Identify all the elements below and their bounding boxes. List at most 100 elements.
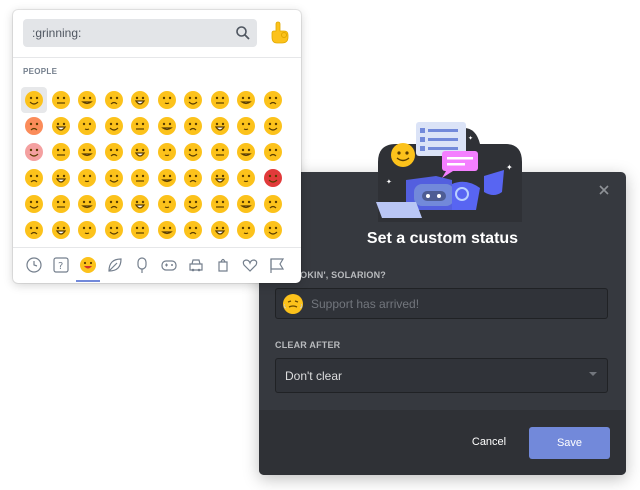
emoji-cell[interactable] bbox=[48, 87, 74, 113]
emoji-face-icon bbox=[104, 195, 123, 213]
emoji-face-icon bbox=[237, 195, 255, 213]
emoji-cell[interactable] bbox=[21, 191, 47, 217]
emoji-cell[interactable] bbox=[260, 113, 286, 139]
emoji-cell[interactable] bbox=[154, 113, 180, 139]
emoji-cell[interactable] bbox=[180, 165, 206, 191]
emoji-cell[interactable] bbox=[207, 87, 233, 113]
emoji-cell[interactable] bbox=[180, 139, 206, 165]
emoji-search-input[interactable]: :grinning: bbox=[23, 19, 257, 47]
emoji-cell[interactable] bbox=[21, 165, 47, 191]
emoji-face-icon bbox=[237, 221, 255, 239]
emoji-cell[interactable] bbox=[21, 87, 47, 113]
emoji-cell[interactable] bbox=[48, 191, 74, 217]
emoji-cell[interactable] bbox=[101, 191, 127, 217]
emoji-cell[interactable] bbox=[180, 87, 206, 113]
emoji-face-icon bbox=[237, 143, 255, 161]
emoji-cell[interactable] bbox=[180, 191, 206, 217]
emoji-cell[interactable] bbox=[74, 165, 100, 191]
emoji-face-icon bbox=[184, 143, 202, 161]
emoji-cell[interactable] bbox=[127, 165, 153, 191]
emoji-cell[interactable] bbox=[260, 217, 286, 243]
emoji-cell[interactable] bbox=[48, 217, 74, 243]
emoji-cell[interactable] bbox=[48, 139, 74, 165]
diversity-selector-icon[interactable] bbox=[269, 21, 291, 45]
emoji-face-icon bbox=[25, 143, 43, 161]
emoji-cell[interactable] bbox=[101, 165, 127, 191]
emoji-cell[interactable] bbox=[154, 139, 180, 165]
emoji-face-icon bbox=[184, 195, 202, 213]
emoji-cell[interactable] bbox=[127, 217, 153, 243]
emoji-cell[interactable] bbox=[74, 217, 100, 243]
emoji-cell[interactable] bbox=[127, 87, 153, 113]
search-icon[interactable] bbox=[235, 25, 251, 41]
emoji-cell[interactable] bbox=[154, 191, 180, 217]
emoji-face-icon bbox=[131, 195, 149, 213]
emoji-cell[interactable] bbox=[207, 191, 233, 217]
emoji-cell[interactable] bbox=[74, 113, 100, 139]
emoji-cell[interactable] bbox=[180, 113, 206, 139]
emoji-cell[interactable] bbox=[207, 165, 233, 191]
emoji-cell[interactable] bbox=[154, 217, 180, 243]
emoji-face-icon bbox=[25, 195, 43, 213]
flags-icon[interactable] bbox=[268, 256, 286, 274]
emoji-cell[interactable] bbox=[260, 191, 286, 217]
emoji-cell[interactable] bbox=[101, 87, 127, 113]
emoji-cell[interactable] bbox=[233, 165, 259, 191]
cancel-button[interactable]: Cancel bbox=[464, 430, 514, 454]
emoji-cell[interactable] bbox=[233, 113, 259, 139]
people-icon[interactable] bbox=[79, 256, 97, 274]
chevron-down-icon bbox=[589, 372, 597, 376]
travel-icon[interactable] bbox=[187, 256, 205, 274]
emoji-cell[interactable] bbox=[127, 139, 153, 165]
emoji-cell[interactable] bbox=[233, 191, 259, 217]
emoji-cell[interactable] bbox=[127, 191, 153, 217]
nature-icon[interactable] bbox=[106, 256, 124, 274]
emoji-face-icon bbox=[210, 143, 229, 161]
emoji-cell[interactable] bbox=[74, 139, 100, 165]
objects-icon[interactable] bbox=[214, 256, 232, 274]
emoji-cell[interactable] bbox=[233, 139, 259, 165]
emoji-cell[interactable] bbox=[207, 139, 233, 165]
emoji-face-icon bbox=[131, 169, 149, 187]
emoji-cell[interactable] bbox=[48, 165, 74, 191]
status-input[interactable]: Support has arrived! bbox=[275, 288, 608, 319]
recent-icon[interactable] bbox=[25, 256, 43, 274]
triumph-emoji-icon[interactable] bbox=[282, 293, 304, 315]
emoji-face-icon bbox=[78, 169, 96, 187]
emoji-cell[interactable] bbox=[21, 113, 47, 139]
emoji-cell[interactable] bbox=[233, 217, 259, 243]
save-button[interactable]: Save bbox=[529, 427, 610, 459]
emoji-cell[interactable] bbox=[154, 165, 180, 191]
emoji-cell[interactable] bbox=[260, 165, 286, 191]
emoji-face-icon bbox=[131, 117, 149, 135]
emoji-cell[interactable] bbox=[207, 113, 233, 139]
emoji-cell[interactable] bbox=[74, 191, 100, 217]
emoji-cell[interactable] bbox=[101, 113, 127, 139]
status-illustration: ✦ ✦ ✦ bbox=[376, 122, 522, 222]
emoji-cell[interactable] bbox=[260, 139, 286, 165]
emoji-cell[interactable] bbox=[48, 113, 74, 139]
close-icon[interactable] bbox=[596, 182, 612, 198]
emoji-cell[interactable] bbox=[233, 87, 259, 113]
emoji-category-bar: ? bbox=[13, 247, 301, 284]
svg-text:✦: ✦ bbox=[386, 178, 392, 186]
emoji-cell[interactable] bbox=[74, 87, 100, 113]
emoji-face-icon bbox=[25, 169, 43, 187]
emoji-cell[interactable] bbox=[21, 139, 47, 165]
emoji-cell[interactable] bbox=[101, 139, 127, 165]
status-placeholder: Support has arrived! bbox=[311, 297, 420, 311]
category-title: PEOPLE bbox=[23, 67, 58, 76]
emoji-cell[interactable] bbox=[207, 217, 233, 243]
custom-icon[interactable]: ? bbox=[52, 256, 70, 274]
emoji-cell[interactable] bbox=[21, 217, 47, 243]
emoji-face-icon bbox=[157, 221, 176, 239]
emoji-cell[interactable] bbox=[260, 87, 286, 113]
food-icon[interactable] bbox=[133, 256, 151, 274]
emoji-cell[interactable] bbox=[101, 217, 127, 243]
emoji-cell[interactable] bbox=[180, 217, 206, 243]
activity-icon[interactable] bbox=[160, 256, 178, 274]
emoji-cell[interactable] bbox=[154, 87, 180, 113]
clear-after-select[interactable]: Don't clear bbox=[275, 358, 608, 393]
symbols-icon[interactable] bbox=[241, 256, 259, 274]
emoji-cell[interactable] bbox=[127, 113, 153, 139]
